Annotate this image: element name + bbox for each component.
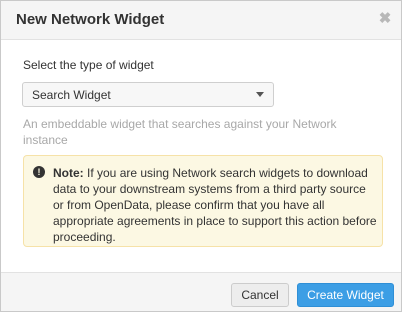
widget-type-select[interactable]: Search Widget bbox=[22, 82, 274, 107]
widget-type-description: An embeddable widget that searches again… bbox=[23, 117, 337, 147]
close-icon[interactable]: ✖ bbox=[378, 11, 392, 27]
widget-type-selected-value: Search Widget bbox=[32, 88, 111, 102]
dialog-header: New Network Widget ✖ bbox=[1, 1, 401, 40]
note-body: If you are using Network search widgets … bbox=[53, 166, 377, 244]
create-widget-button[interactable]: Create Widget bbox=[297, 283, 394, 307]
new-network-widget-dialog: New Network Widget ✖ Select the type of … bbox=[0, 0, 402, 312]
dialog-footer: Cancel Create Widget bbox=[1, 272, 401, 311]
cancel-button[interactable]: Cancel bbox=[231, 283, 289, 307]
warning-note: ! Note: If you are using Network search … bbox=[23, 155, 383, 247]
widget-type-label: Select the type of widget bbox=[23, 58, 154, 72]
note-text: Note: If you are using Network search wi… bbox=[53, 165, 379, 245]
dialog-title: New Network Widget bbox=[16, 11, 165, 28]
note-label: Note: bbox=[53, 166, 84, 180]
exclamation-circle-icon: ! bbox=[33, 166, 45, 178]
chevron-down-icon bbox=[256, 92, 264, 97]
